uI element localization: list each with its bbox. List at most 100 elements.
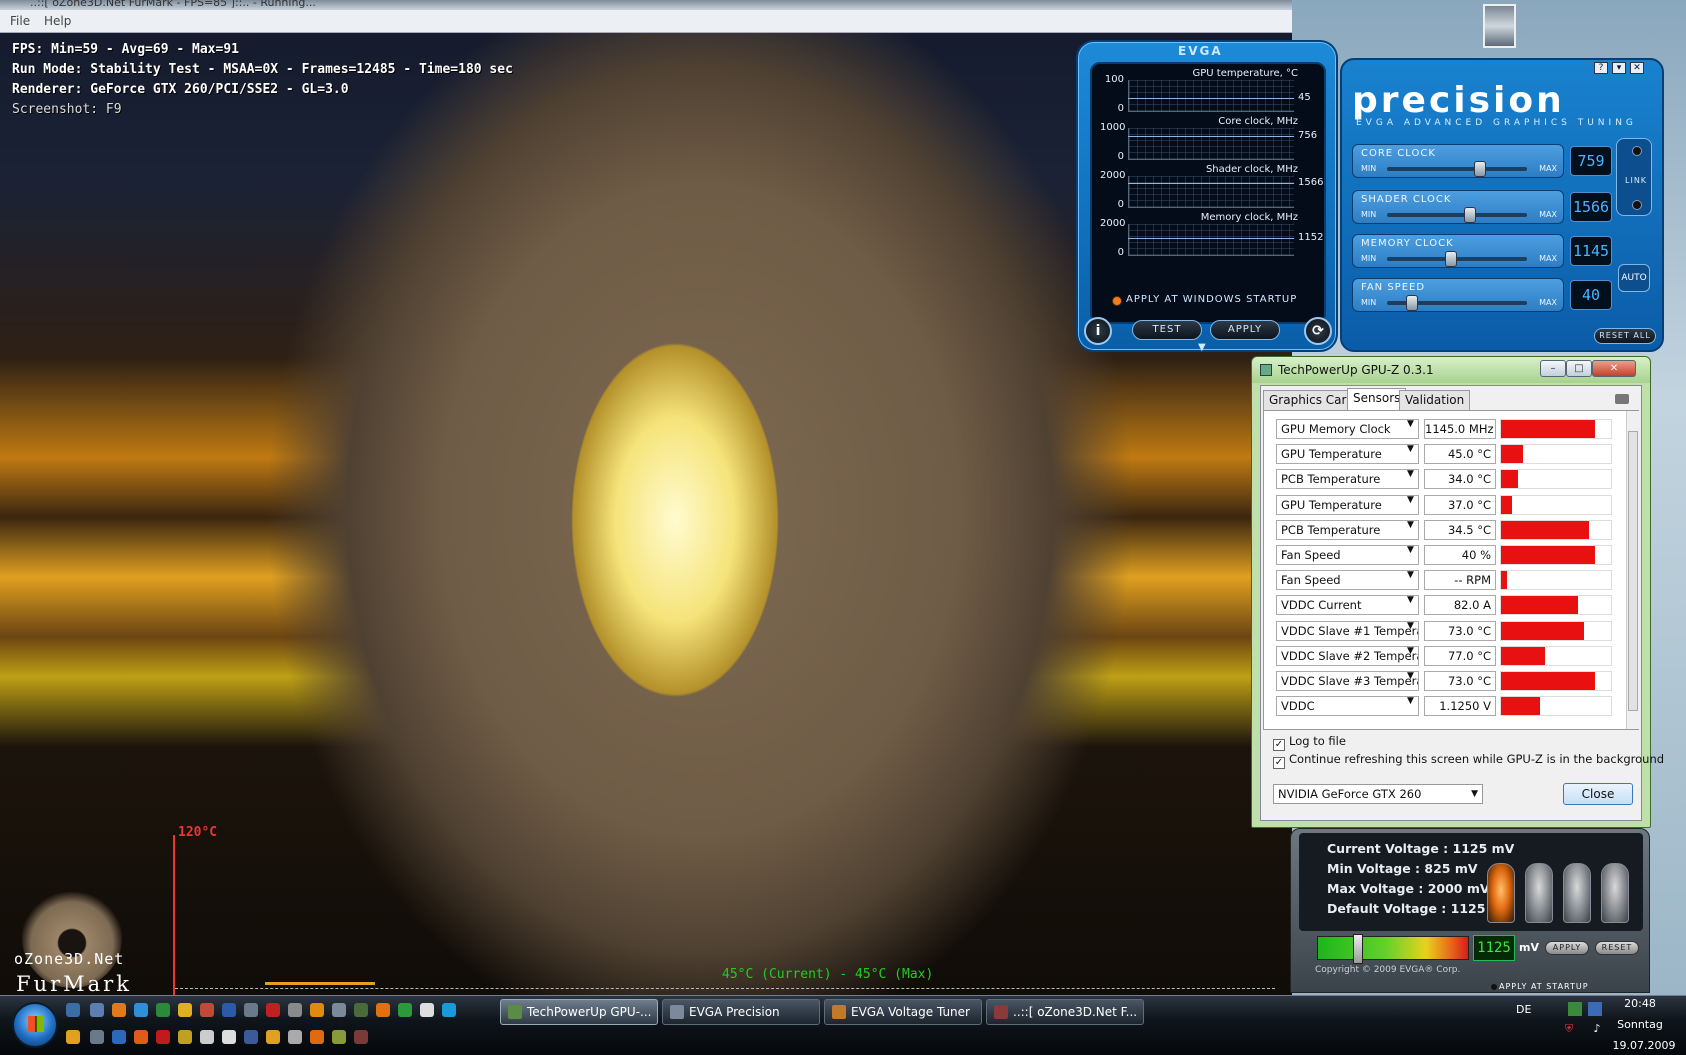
vt-apply-button[interactable]: APPLY <box>1545 941 1589 955</box>
game-icon[interactable] <box>134 1030 148 1044</box>
sensor-name-select[interactable]: VDDC Slave #2 Temperature <box>1276 645 1419 666</box>
slider-track[interactable] <box>1387 161 1527 177</box>
task-evga-precision[interactable]: EVGA Precision <box>662 999 820 1025</box>
fan-auto-button[interactable]: AUTO <box>1618 264 1650 292</box>
apply-startup-label[interactable]: APPLY AT WINDOWS STARTUP <box>1126 294 1297 305</box>
chevron-down-icon[interactable]: ▼ <box>1407 621 1414 631</box>
menu-file[interactable]: File <box>10 14 30 28</box>
chevron-down-icon[interactable]: ▼ <box>1407 419 1414 429</box>
core-clock-slider[interactable]: CORE CLOCK MIN MAX <box>1352 144 1564 178</box>
checkbox-checked-icon[interactable]: ✓ <box>1273 757 1285 769</box>
sensor-name-select[interactable]: Fan Speed <box>1276 570 1419 591</box>
fan-speed-slider[interactable]: FAN SPEED MIN MAX <box>1352 278 1564 312</box>
card-select[interactable]: NVIDIA GeForce GTX 260 ▼ <box>1273 784 1483 804</box>
vt-reset-button[interactable]: RESET <box>1595 941 1639 955</box>
vlc-icon[interactable] <box>376 1003 390 1017</box>
chevron-down-icon[interactable]: ▼ <box>1407 495 1414 505</box>
sensor-name-select[interactable]: Fan Speed <box>1276 545 1419 565</box>
log-to-file-checkbox[interactable]: ✓ Log to file <box>1273 734 1346 751</box>
reset-all-button[interactable]: RESET ALL <box>1594 328 1656 344</box>
gpuz-titlebar[interactable]: TechPowerUp GPU-Z 0.3.1 – □ ✕ <box>1252 357 1650 383</box>
sensor-name-select[interactable]: GPU Temperature <box>1276 444 1419 465</box>
close-button[interactable]: Close <box>1563 783 1633 805</box>
slider-track[interactable] <box>1387 295 1527 311</box>
slider-thumb[interactable] <box>1406 295 1419 311</box>
chevron-down-icon[interactable]: ▼ <box>1407 469 1414 479</box>
task-voltage-tuner[interactable]: EVGA Voltage Tuner <box>824 999 982 1025</box>
chevron-down-icon[interactable]: ▼ <box>1407 444 1414 454</box>
continue-refresh-checkbox[interactable]: ✓ Continue refreshing this screen while G… <box>1273 752 1664 769</box>
messenger-icon[interactable] <box>178 1003 192 1017</box>
sensor-name-select[interactable]: PCB Temperature <box>1276 469 1419 490</box>
start-button[interactable] <box>12 1002 58 1048</box>
menu-help[interactable]: Help <box>44 14 71 28</box>
firefox-icon[interactable] <box>112 1003 126 1017</box>
archive-icon[interactable] <box>288 1003 302 1017</box>
apply-startup-indicator[interactable] <box>1491 984 1497 990</box>
chevron-down-icon[interactable]: ▼ <box>1407 696 1414 706</box>
memory-clock-slider[interactable]: MEMORY CLOCK MIN MAX <box>1352 234 1564 268</box>
chevron-down-icon[interactable]: ▼ <box>1407 545 1414 555</box>
minimize-button[interactable]: – <box>1540 360 1566 377</box>
flag-icon[interactable] <box>244 1030 258 1044</box>
clock-time[interactable]: 20:48 <box>1612 997 1668 1010</box>
sensor-name-select[interactable]: VDDC Current <box>1276 595 1419 616</box>
minimize-icon[interactable]: ▾ <box>1612 62 1626 74</box>
word-icon[interactable] <box>222 1003 236 1017</box>
camera-icon[interactable] <box>1615 394 1629 404</box>
tools-icon[interactable] <box>244 1003 258 1017</box>
volume-icon[interactable]: ♪ <box>1590 1022 1604 1036</box>
task-gpuz[interactable]: TechPowerUp GPU-... <box>500 999 658 1025</box>
powerpoint-icon[interactable] <box>200 1003 214 1017</box>
language-indicator[interactable]: DE <box>1516 1003 1531 1016</box>
pdf-icon[interactable] <box>156 1030 170 1044</box>
chevron-down-icon[interactable]: ▼ <box>1198 342 1206 353</box>
voltage-slider[interactable] <box>1317 934 1469 964</box>
shader-clock-slider[interactable]: SHADER CLOCK MIN MAX <box>1352 190 1564 224</box>
sensor-name-select[interactable]: VDDC <box>1276 696 1419 717</box>
tab-sensors[interactable]: Sensors <box>1347 388 1407 410</box>
media-icon[interactable] <box>266 1030 280 1044</box>
chevron-down-icon[interactable]: ▼ <box>1407 595 1414 605</box>
tab-graphics-card[interactable]: Graphics Card <box>1263 390 1360 410</box>
apply-startup-label[interactable]: APPLY AT STARTUP <box>1499 982 1589 991</box>
chart-app-icon[interactable] <box>398 1003 412 1017</box>
chevron-down-icon[interactable]: ▼ <box>1407 520 1414 530</box>
help-icon[interactable]: ? <box>1594 62 1608 74</box>
slider-track[interactable] <box>1387 251 1527 267</box>
chevron-down-icon[interactable]: ▼ <box>1407 671 1414 681</box>
sensor-name-select[interactable]: VDDC Slave #1 Temperature <box>1276 620 1419 641</box>
pen-icon[interactable] <box>222 1030 236 1044</box>
network-app-icon[interactable] <box>332 1003 346 1017</box>
paint-icon[interactable] <box>178 1030 192 1044</box>
apply-startup-indicator[interactable] <box>1112 296 1122 306</box>
slider-track[interactable] <box>1387 207 1527 223</box>
globe-icon[interactable] <box>112 1030 126 1044</box>
scrollbar[interactable] <box>1626 411 1639 729</box>
evga-logo-icon[interactable]: ⟳ <box>1304 317 1332 345</box>
apply-button[interactable]: APPLY <box>1210 320 1280 340</box>
furmark-icon[interactable] <box>354 1030 368 1044</box>
info-icon[interactable]: i <box>1084 317 1112 345</box>
close-icon[interactable]: ✕ <box>1630 62 1644 74</box>
internet-explorer-icon[interactable] <box>134 1003 148 1017</box>
sensor-name-select[interactable]: GPU Temperature <box>1276 494 1419 515</box>
panda-app-icon[interactable] <box>420 1003 434 1017</box>
sensor-name-select[interactable]: GPU Memory Clock <box>1276 419 1419 439</box>
furmark-titlebar[interactable]: ..::[ oZone3D.Net FurMark - FPS=85 ]::..… <box>0 0 1292 10</box>
info-app-icon[interactable] <box>310 1003 324 1017</box>
settings-icon[interactable] <box>90 1030 104 1044</box>
clock-date[interactable]: 19.07.2009 <box>1612 1039 1676 1052</box>
skype-icon[interactable] <box>442 1003 456 1017</box>
monitor-app-icon[interactable] <box>354 1003 368 1017</box>
excel-icon[interactable] <box>156 1003 170 1017</box>
chevron-down-icon[interactable]: ▼ <box>1407 570 1414 580</box>
chevron-down-icon[interactable]: ▼ <box>1407 646 1414 656</box>
folder-icon[interactable] <box>66 1030 80 1044</box>
slider-thumb[interactable] <box>1444 251 1457 267</box>
slider-thumb[interactable] <box>1463 207 1476 223</box>
test-button[interactable]: TEST <box>1132 320 1202 340</box>
checkbox-checked-icon[interactable]: ✓ <box>1273 739 1285 751</box>
clock-day[interactable]: Sonntag <box>1612 1018 1668 1031</box>
network-icon[interactable] <box>1588 1002 1602 1016</box>
